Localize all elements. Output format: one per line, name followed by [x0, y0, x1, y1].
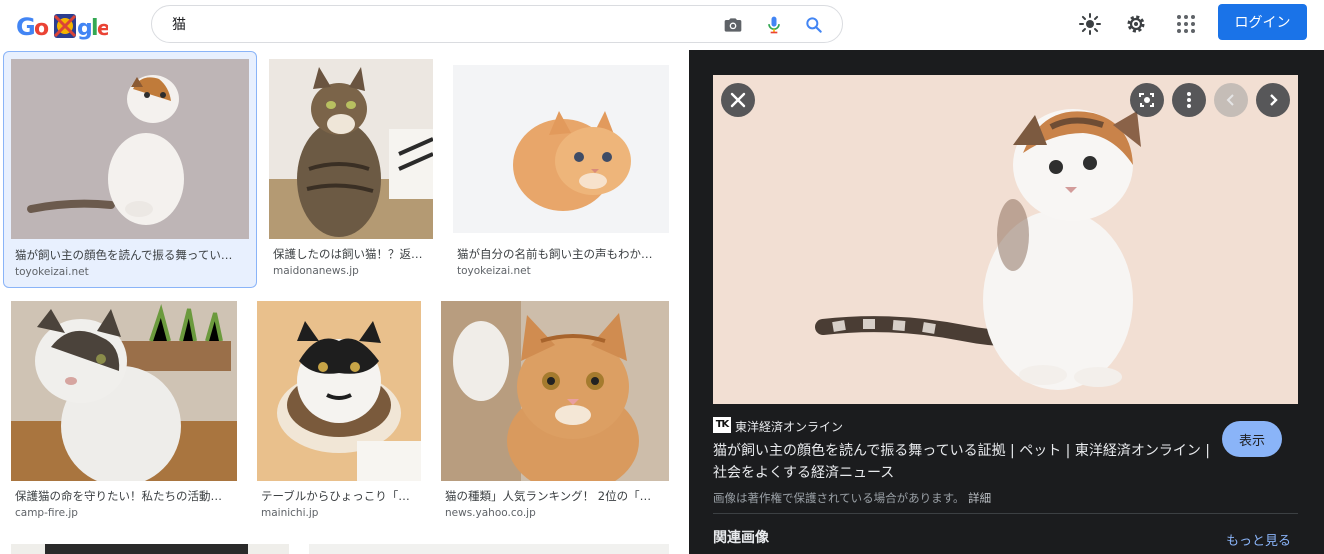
- search-box[interactable]: [151, 5, 843, 43]
- copyright-text: 画像は著作権で保護されている場合があります。: [713, 491, 965, 505]
- site-logo: TK: [713, 417, 731, 433]
- result-source: news.yahoo.co.jp: [445, 507, 536, 519]
- image-results-grid: 猫が飼い主の顔色を読んで振る舞ってい… toyokeizai.net 保護したの…: [0, 50, 689, 554]
- next-image-button[interactable]: [1256, 83, 1290, 117]
- svg-text:G: G: [16, 13, 36, 41]
- more-vert-icon: [1187, 92, 1191, 108]
- result-caption: 猫が飼い主の顔色を読んで振る舞ってい…: [15, 248, 233, 262]
- result-thumbnail[interactable]: [441, 301, 669, 481]
- google-doodle-logo[interactable]: G o g l e: [14, 8, 111, 44]
- search-icon[interactable]: [804, 15, 824, 35]
- gear-icon[interactable]: [1124, 12, 1148, 36]
- apps-icon[interactable]: [1174, 12, 1198, 36]
- top-bar: G o g l e ログイン: [0, 0, 1324, 50]
- image-result-card[interactable]: 保護猫の命を守りたい！私たちの活動… camp-fire.jp: [7, 300, 241, 525]
- chevron-left-icon: [1226, 94, 1234, 106]
- close-icon: [730, 92, 746, 108]
- svg-text:o: o: [34, 16, 49, 41]
- more-options-button[interactable]: [1172, 83, 1206, 117]
- camera-icon[interactable]: [723, 15, 743, 35]
- related-images-heading: 関連画像: [713, 530, 769, 546]
- result-source: mainichi.jp: [261, 507, 319, 519]
- result-source: maidonanews.jp: [273, 265, 359, 277]
- site-name[interactable]: 東洋経済オンライン: [735, 418, 843, 435]
- login-button[interactable]: ログイン: [1218, 4, 1307, 40]
- image-result-card[interactable]: テーブルからひょっこり「… mainichi.jp: [253, 300, 429, 525]
- search-input[interactable]: [172, 14, 692, 34]
- copyright-notice: 画像は著作権で保護されている場合があります。 詳細: [713, 490, 991, 506]
- image-result-card[interactable]: 猫の種類」人気ランキング！ 2位の「… news.yahoo.co.jp: [437, 300, 675, 525]
- details-link[interactable]: 詳細: [968, 491, 991, 505]
- image-result-card[interactable]: [309, 544, 669, 554]
- preview-image[interactable]: [713, 75, 1298, 404]
- previous-image-button[interactable]: [1214, 83, 1248, 117]
- svg-text:e: e: [97, 16, 108, 40]
- result-thumbnail[interactable]: [11, 59, 249, 239]
- result-caption: 保護したのは飼い猫！？返…: [273, 247, 423, 261]
- divider: [713, 513, 1298, 514]
- chevron-right-icon: [1270, 94, 1278, 106]
- view-button[interactable]: 表示: [1222, 421, 1282, 457]
- result-thumbnail[interactable]: [269, 59, 433, 239]
- result-source: toyokeizai.net: [15, 266, 89, 278]
- mic-icon[interactable]: [764, 15, 784, 35]
- result-caption: 保護猫の命を守りたい！私たちの活動…: [15, 489, 222, 503]
- image-result-card[interactable]: [45, 544, 248, 554]
- google-lens-button[interactable]: [1130, 83, 1164, 117]
- lens-icon: [1139, 93, 1154, 107]
- preview-title[interactable]: 猫が飼い主の顔色を読んで振る舞っている証拠 | ペット | 東洋経済オンライン …: [713, 440, 1213, 484]
- result-caption: 猫の種類」人気ランキング！ 2位の「…: [445, 489, 652, 503]
- result-source: camp-fire.jp: [15, 507, 78, 519]
- close-preview-button[interactable]: [721, 83, 755, 117]
- result-thumbnail[interactable]: [11, 301, 237, 481]
- brightness-icon[interactable]: [1078, 12, 1102, 36]
- image-result-card[interactable]: 猫が飼い主の顔色を読んで振る舞ってい… toyokeizai.net: [3, 51, 257, 288]
- image-preview-panel: TK 東洋経済オンライン 猫が飼い主の顔色を読んで振る舞っている証拠 | ペット…: [689, 50, 1324, 554]
- result-caption: 猫が自分の名前も飼い主の声もわか…: [457, 247, 653, 261]
- image-result-card[interactable]: 猫が自分の名前も飼い主の声もわか… toyokeizai.net: [449, 51, 675, 288]
- image-result-card[interactable]: 保護したのは飼い猫！？返… maidonanews.jp: [265, 51, 441, 288]
- result-caption: テーブルからひょっこり「…: [261, 489, 410, 503]
- see-more-link[interactable]: もっと見る: [1226, 530, 1291, 549]
- result-source: toyokeizai.net: [457, 265, 531, 277]
- result-thumbnail[interactable]: [453, 65, 669, 233]
- result-thumbnail[interactable]: [257, 301, 421, 481]
